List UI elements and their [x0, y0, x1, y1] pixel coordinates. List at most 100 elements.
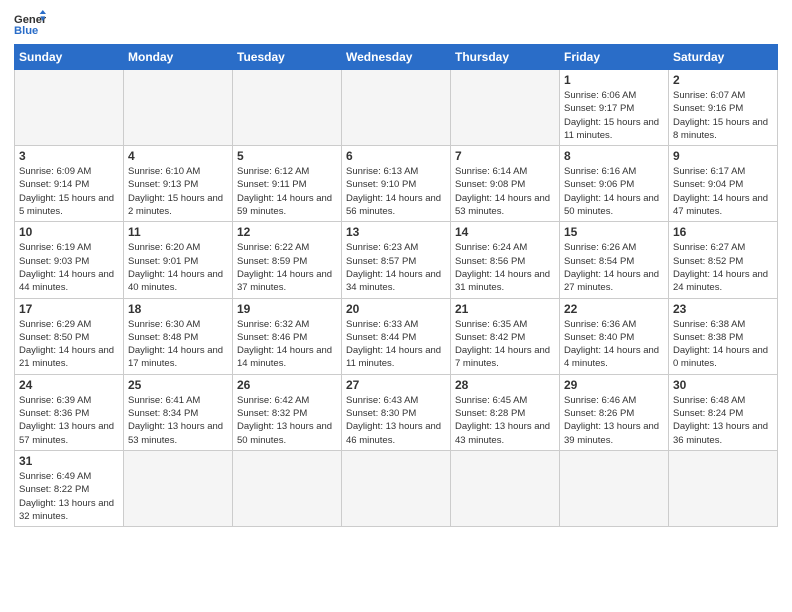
calendar-cell: 14 Sunrise: 6:24 AM Sunset: 8:56 PM Dayli… [451, 222, 560, 298]
calendar-week-row: 17 Sunrise: 6:29 AM Sunset: 8:50 PM Dayli… [15, 298, 778, 374]
calendar-cell: 31Sunrise: 6:49 AM Sunset: 8:22 PM Dayli… [15, 450, 124, 526]
day-number: 11 [128, 225, 228, 239]
calendar-cell: 13 Sunrise: 6:23 AM Sunset: 8:57 PM Dayli… [342, 222, 451, 298]
calendar-header-row: SundayMondayTuesdayWednesdayThursdayFrid… [15, 45, 778, 70]
day-info: Sunrise: 6:38 AM Sunset: 8:38 PM Dayligh… [673, 318, 773, 371]
calendar-cell [233, 450, 342, 526]
page-header: General Blue [14, 10, 778, 38]
day-info: Sunrise: 6:43 AM Sunset: 8:30 PM Dayligh… [346, 394, 446, 447]
day-info: Sunrise: 6:10 AM Sunset: 9:13 PM Dayligh… [128, 165, 228, 218]
day-info: Sunrise: 6:14 AM Sunset: 9:08 PM Dayligh… [455, 165, 555, 218]
day-number: 6 [346, 149, 446, 163]
calendar-cell: 10Sunrise: 6:19 AM Sunset: 9:03 PM Dayli… [15, 222, 124, 298]
calendar-cell [342, 70, 451, 146]
day-number: 29 [564, 378, 664, 392]
day-header-sunday: Sunday [15, 45, 124, 70]
day-info: Sunrise: 6:24 AM Sunset: 8:56 PM Dayligh… [455, 241, 555, 294]
svg-text:General: General [14, 14, 46, 26]
day-info: Sunrise: 6:12 AM Sunset: 9:11 PM Dayligh… [237, 165, 337, 218]
day-number: 26 [237, 378, 337, 392]
calendar-cell: 3 Sunrise: 6:09 AM Sunset: 9:14 PM Daylig… [15, 146, 124, 222]
day-info: Sunrise: 6:39 AM Sunset: 8:36 PM Dayligh… [19, 394, 119, 447]
day-number: 21 [455, 302, 555, 316]
day-info: Sunrise: 6:07 AM Sunset: 9:16 PM Dayligh… [673, 89, 773, 142]
day-info: Sunrise: 6:36 AM Sunset: 8:40 PM Dayligh… [564, 318, 664, 371]
calendar-cell: 7 Sunrise: 6:14 AM Sunset: 9:08 PM Daylig… [451, 146, 560, 222]
calendar-cell: 16Sunrise: 6:27 AM Sunset: 8:52 PM Dayli… [669, 222, 778, 298]
day-info: Sunrise: 6:23 AM Sunset: 8:57 PM Dayligh… [346, 241, 446, 294]
calendar-cell [124, 450, 233, 526]
day-number: 2 [673, 73, 773, 87]
day-info: Sunrise: 6:06 AM Sunset: 9:17 PM Dayligh… [564, 89, 664, 142]
calendar-cell: 11 Sunrise: 6:20 AM Sunset: 9:01 PM Dayli… [124, 222, 233, 298]
day-number: 24 [19, 378, 119, 392]
calendar-cell [15, 70, 124, 146]
day-number: 5 [237, 149, 337, 163]
calendar-cell: 6 Sunrise: 6:13 AM Sunset: 9:10 PM Daylig… [342, 146, 451, 222]
day-info: Sunrise: 6:42 AM Sunset: 8:32 PM Dayligh… [237, 394, 337, 447]
day-header-friday: Friday [560, 45, 669, 70]
calendar-cell [451, 70, 560, 146]
calendar-week-row: 10Sunrise: 6:19 AM Sunset: 9:03 PM Dayli… [15, 222, 778, 298]
day-number: 30 [673, 378, 773, 392]
calendar-cell: 29 Sunrise: 6:46 AM Sunset: 8:26 PM Dayli… [560, 374, 669, 450]
day-number: 7 [455, 149, 555, 163]
day-info: Sunrise: 6:35 AM Sunset: 8:42 PM Dayligh… [455, 318, 555, 371]
day-info: Sunrise: 6:13 AM Sunset: 9:10 PM Dayligh… [346, 165, 446, 218]
day-number: 22 [564, 302, 664, 316]
day-info: Sunrise: 6:46 AM Sunset: 8:26 PM Dayligh… [564, 394, 664, 447]
day-info: Sunrise: 6:20 AM Sunset: 9:01 PM Dayligh… [128, 241, 228, 294]
day-number: 20 [346, 302, 446, 316]
calendar-cell: 22 Sunrise: 6:36 AM Sunset: 8:40 PM Dayli… [560, 298, 669, 374]
day-number: 3 [19, 149, 119, 163]
day-number: 19 [237, 302, 337, 316]
calendar-cell: 5 Sunrise: 6:12 AM Sunset: 9:11 PM Daylig… [233, 146, 342, 222]
day-number: 18 [128, 302, 228, 316]
day-info: Sunrise: 6:33 AM Sunset: 8:44 PM Dayligh… [346, 318, 446, 371]
calendar-cell: 23 Sunrise: 6:38 AM Sunset: 8:38 PM Dayli… [669, 298, 778, 374]
calendar-week-row: 3 Sunrise: 6:09 AM Sunset: 9:14 PM Daylig… [15, 146, 778, 222]
calendar-cell [669, 450, 778, 526]
logo-icon: General Blue [14, 10, 46, 38]
day-number: 14 [455, 225, 555, 239]
day-number: 28 [455, 378, 555, 392]
day-info: Sunrise: 6:16 AM Sunset: 9:06 PM Dayligh… [564, 165, 664, 218]
day-header-tuesday: Tuesday [233, 45, 342, 70]
day-header-wednesday: Wednesday [342, 45, 451, 70]
calendar-cell: 21 Sunrise: 6:35 AM Sunset: 8:42 PM Dayli… [451, 298, 560, 374]
calendar-cell: 20 Sunrise: 6:33 AM Sunset: 8:44 PM Dayli… [342, 298, 451, 374]
day-number: 12 [237, 225, 337, 239]
day-number: 13 [346, 225, 446, 239]
day-info: Sunrise: 6:09 AM Sunset: 9:14 PM Dayligh… [19, 165, 119, 218]
day-info: Sunrise: 6:26 AM Sunset: 8:54 PM Dayligh… [564, 241, 664, 294]
day-header-saturday: Saturday [669, 45, 778, 70]
day-number: 17 [19, 302, 119, 316]
calendar-cell [233, 70, 342, 146]
calendar-cell: 26 Sunrise: 6:42 AM Sunset: 8:32 PM Dayli… [233, 374, 342, 450]
calendar-cell: 12 Sunrise: 6:22 AM Sunset: 8:59 PM Dayli… [233, 222, 342, 298]
calendar-week-row: 24 Sunrise: 6:39 AM Sunset: 8:36 PM Dayli… [15, 374, 778, 450]
calendar-cell: 27Sunrise: 6:43 AM Sunset: 8:30 PM Dayli… [342, 374, 451, 450]
calendar-cell: 9 Sunrise: 6:17 AM Sunset: 9:04 PM Daylig… [669, 146, 778, 222]
calendar-cell [124, 70, 233, 146]
day-info: Sunrise: 6:17 AM Sunset: 9:04 PM Dayligh… [673, 165, 773, 218]
day-header-monday: Monday [124, 45, 233, 70]
calendar-cell: 19Sunrise: 6:32 AM Sunset: 8:46 PM Dayli… [233, 298, 342, 374]
calendar-week-row: 31Sunrise: 6:49 AM Sunset: 8:22 PM Dayli… [15, 450, 778, 526]
day-info: Sunrise: 6:22 AM Sunset: 8:59 PM Dayligh… [237, 241, 337, 294]
day-number: 25 [128, 378, 228, 392]
day-number: 23 [673, 302, 773, 316]
calendar-cell: 17 Sunrise: 6:29 AM Sunset: 8:50 PM Dayli… [15, 298, 124, 374]
calendar-cell [560, 450, 669, 526]
calendar-cell [342, 450, 451, 526]
day-info: Sunrise: 6:29 AM Sunset: 8:50 PM Dayligh… [19, 318, 119, 371]
day-number: 16 [673, 225, 773, 239]
day-number: 1 [564, 73, 664, 87]
day-number: 10 [19, 225, 119, 239]
svg-text:Blue: Blue [14, 25, 38, 37]
calendar-cell: 4Sunrise: 6:10 AM Sunset: 9:13 PM Daylig… [124, 146, 233, 222]
day-number: 9 [673, 149, 773, 163]
day-info: Sunrise: 6:41 AM Sunset: 8:34 PM Dayligh… [128, 394, 228, 447]
day-number: 31 [19, 454, 119, 468]
calendar-cell: 24 Sunrise: 6:39 AM Sunset: 8:36 PM Dayli… [15, 374, 124, 450]
